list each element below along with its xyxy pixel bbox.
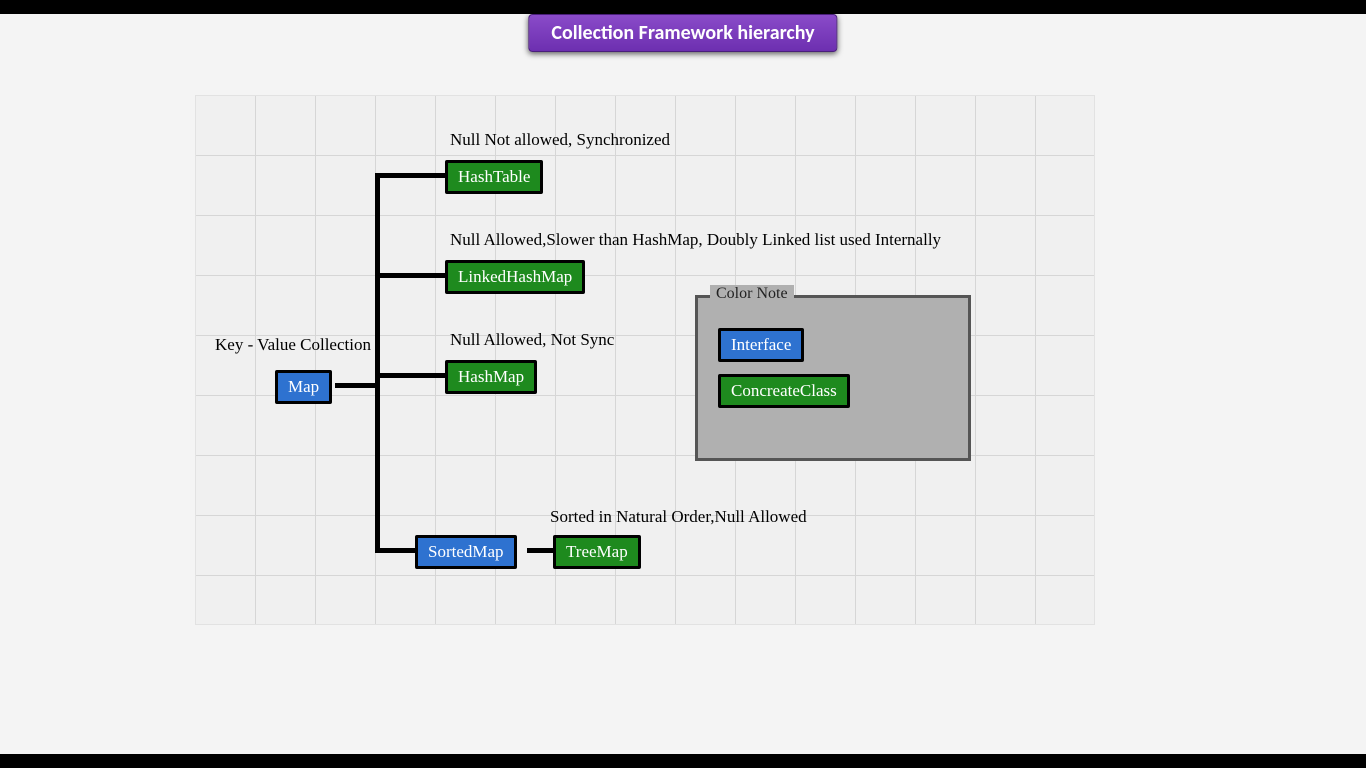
letterbox-bottom bbox=[0, 754, 1366, 768]
node-treemap: TreeMap bbox=[553, 535, 641, 569]
node-hashtable: HashTable bbox=[445, 160, 543, 194]
connector bbox=[375, 173, 380, 553]
connector bbox=[375, 373, 445, 378]
legend-concrete: ConcreateClass bbox=[718, 374, 850, 408]
annot-treemap: Sorted in Natural Order,Null Allowed bbox=[550, 507, 807, 527]
connector bbox=[527, 548, 553, 553]
node-hashmap: HashMap bbox=[445, 360, 537, 394]
connector bbox=[375, 273, 445, 278]
node-linkedhashmap: LinkedHashMap bbox=[445, 260, 585, 294]
letterbox-top bbox=[0, 0, 1366, 14]
annot-linkedhashmap: Null Allowed,Slower than HashMap, Doubly… bbox=[450, 230, 941, 250]
node-map: Map bbox=[275, 370, 332, 404]
page-title: Collection Framework hierarchy bbox=[528, 14, 837, 52]
root-label: Key - Value Collection bbox=[215, 335, 371, 355]
legend-title: Color Note bbox=[710, 285, 794, 303]
annot-hashtable: Null Not allowed, Synchronized bbox=[450, 130, 670, 150]
connector bbox=[375, 173, 445, 178]
connector bbox=[335, 383, 375, 388]
legend-interface: Interface bbox=[718, 328, 804, 362]
connector bbox=[375, 548, 415, 553]
node-sortedmap: SortedMap bbox=[415, 535, 517, 569]
diagram-canvas: Key - Value Collection Map Null Not allo… bbox=[195, 95, 1095, 625]
legend-panel: Color Note Interface ConcreateClass bbox=[695, 295, 971, 461]
annot-hashmap: Null Allowed, Not Sync bbox=[450, 330, 614, 350]
